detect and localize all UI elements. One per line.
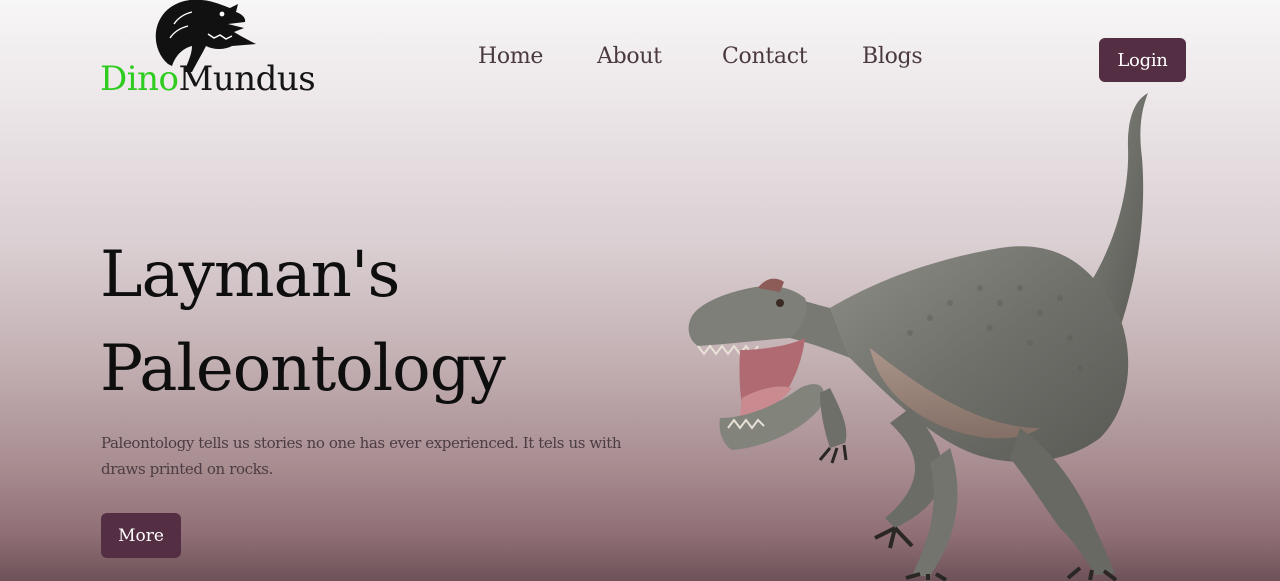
login-button[interactable]: Login (1099, 38, 1186, 82)
brand-name-part2: Mundus (178, 59, 316, 99)
brand-logo[interactable]: DinoMundus (100, 0, 316, 105)
nav-link-blogs[interactable]: Blogs (862, 44, 923, 69)
nav-link-home[interactable]: Home (478, 44, 543, 69)
hero-title: Layman's Paleontology (100, 228, 506, 416)
nav-link-about[interactable]: About (597, 44, 662, 69)
hero-title-line2: Paleontology (100, 332, 506, 406)
allosaurus-dinosaur-image (688, 93, 1148, 581)
more-button[interactable]: More (101, 513, 181, 558)
hero-title-line1: Layman's (100, 238, 400, 312)
hero-description: Paleontology tells us stories no one has… (101, 434, 622, 478)
brand-name-part1: Dino (100, 59, 179, 99)
nav-link-contact[interactable]: Contact (722, 44, 808, 69)
brand-wordmark: DinoMundus (100, 59, 316, 99)
